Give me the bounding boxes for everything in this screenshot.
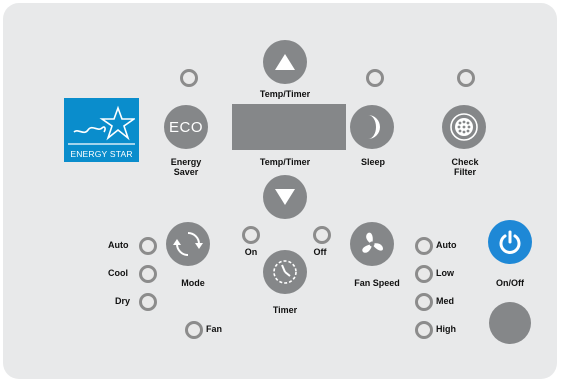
timer-button[interactable] [263,250,307,294]
sleep-label: Sleep [360,157,386,167]
power-button[interactable] [488,220,532,264]
triangle-up-icon [275,54,295,70]
fan-auto-label: Auto [436,240,457,250]
energy-saver-label: Energy Saver [170,157,202,177]
fan-speed-button[interactable] [350,222,394,266]
mode-dry-label: Dry [115,296,131,306]
fan-speed-label: Fan Speed [354,278,400,288]
mode-auto-led [139,237,157,255]
timer-on-label: On [244,247,258,257]
temp-timer-down-label: Temp/Timer [259,157,311,167]
mode-cool-label: Cool [108,268,128,278]
triangle-down-icon [275,189,295,205]
timer-label: Timer [272,305,298,315]
clock-icon [273,260,297,284]
fan-low-label: Low [436,268,454,278]
fan-led [185,321,203,339]
mode-button[interactable] [166,222,210,266]
sleep-led [366,69,384,87]
fan-low-led [415,265,433,283]
sleep-button[interactable] [350,105,394,149]
fan-med-led [415,293,433,311]
temperature-display [232,104,346,150]
energy-star-icon [68,105,135,145]
power-icon [499,230,521,254]
mode-cool-led [139,265,157,283]
cycle-arrows-icon [173,232,203,256]
eco-button-label: ECO [168,118,203,136]
fan-high-label: High [436,324,456,334]
fan-med-label: Med [436,296,454,306]
temp-down-button[interactable] [263,175,307,219]
fan-auto-led [415,237,433,255]
moon-icon [368,115,380,139]
timer-off-label: Off [313,247,327,257]
on-off-label: On/Off [496,278,524,288]
timer-off-led [313,226,331,244]
mode-dry-led [139,293,157,311]
filter-icon [450,113,478,141]
mode-label: Mode [181,278,205,288]
check-filter-button[interactable] [442,105,486,149]
check-filter-led [457,69,475,87]
check-filter-label: Check Filter [451,157,479,177]
mode-auto-label: Auto [108,240,129,250]
unlabeled-button[interactable] [489,302,531,344]
temp-up-button[interactable] [263,40,307,84]
timer-on-led [242,226,260,244]
energy-star-label: ENERGY STAR [70,149,133,159]
eco-led [180,69,198,87]
fan-label: Fan [206,324,223,334]
energy-star-logo: ENERGY STAR [64,98,139,162]
temp-timer-up-label: Temp/Timer [259,89,311,99]
fan-icon [362,232,383,253]
eco-button[interactable]: ECO [164,105,208,149]
fan-high-led [415,321,433,339]
